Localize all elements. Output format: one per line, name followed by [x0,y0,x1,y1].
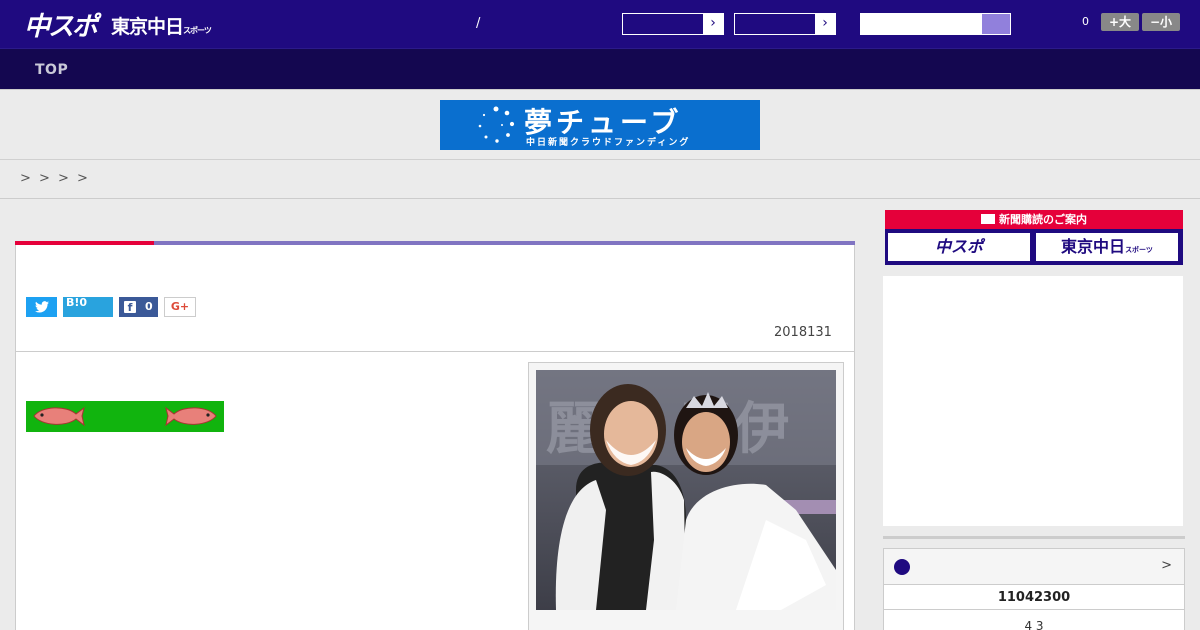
tokyo-logo-small: スポーツ [183,26,212,35]
fish-icon [33,406,85,427]
category-select-1[interactable]: › [622,13,724,35]
dots-circle-icon [478,106,515,143]
facebook-icon: f [124,301,136,314]
yume-tube-banner[interactable]: 夢チューブ 中日新聞クラウドファンディング [440,100,760,150]
font-large-button[interactable]: +大 [1101,13,1139,31]
nav-item-top[interactable]: TOP [35,62,68,78]
chuspo-logo[interactable]: 中スポ [24,6,98,43]
facebook-count: 0 [145,300,153,313]
subscription-banner[interactable]: 新聞購読のご案内 中スポ 東京中日スポーツ [885,210,1183,265]
breadcrumb: > > > > [0,161,1200,199]
googleplus-share-button[interactable]: G+ [164,297,196,317]
search-button[interactable] [982,14,1010,34]
font-size-count: 0 [1082,15,1089,28]
article-photo-image: 麗瀬 屈伊 [536,370,836,610]
subscribe-tokyo-small: スポーツ [1125,246,1153,254]
hatena-share-button[interactable]: B!0 [63,297,113,317]
breadcrumb-separator[interactable]: > [20,171,31,186]
subscription-heading-text: 新聞購読のご案内 [999,213,1087,226]
category-select-2[interactable]: › [734,13,836,35]
widget-score-row[interactable]: 11042300 [884,586,1184,610]
svg-text:麗瀬 屈伊: 麗瀬 屈伊 [546,397,790,462]
tokyo-logo-text: 東京中日 [111,16,184,38]
tai-fish-banner[interactable] [26,401,224,432]
banner-subtitle: 中日新聞クラウドファンディング [526,138,691,148]
baseball-icon [894,559,910,575]
subscribe-tokyo-text: 東京中日 [1061,237,1126,256]
twitter-share-button[interactable] [26,297,57,317]
article-accent-red [15,241,154,245]
article-date: 2018131 [774,325,832,340]
search-input[interactable] [860,13,1011,35]
chevron-right-icon[interactable]: › [703,14,723,34]
subscribe-chuspo[interactable]: 中スポ [888,233,1030,261]
tokyo-chunichi-logo[interactable]: 東京中日スポーツ [111,12,212,39]
baseball-score-widget: > 11042300 4 3 [883,548,1185,630]
article-photo[interactable]: 麗瀬 屈伊 [536,370,836,610]
breadcrumb-separator[interactable]: > [39,171,50,186]
widget-score-line: 4 3 [1024,619,1044,630]
subscribe-tokyo-chunichi[interactable]: 東京中日スポーツ [1036,233,1178,261]
facebook-share-button[interactable]: f 0 [119,297,158,317]
chevron-right-icon[interactable]: › [815,14,835,34]
fish-icon [165,406,217,427]
font-small-button[interactable]: −小 [1142,13,1180,31]
newspaper-icon [981,214,995,224]
widget-more-link[interactable]: > [1161,558,1172,573]
header-slash: / [476,16,481,31]
twitter-icon [34,301,49,313]
nav-bar: TOP [0,48,1200,89]
sidebar-divider [883,536,1185,539]
article-accent-purple [154,241,855,245]
breadcrumb-separator[interactable]: > [77,171,88,186]
sidebar-ad[interactable] [883,276,1183,526]
header-bar: 中スポ 東京中日スポーツ / › › 0 +大 −小 [0,0,1200,48]
widget-header[interactable]: > [884,549,1184,585]
article-divider [16,351,854,352]
breadcrumb-separator[interactable]: > [58,171,69,186]
subscription-heading: 新聞購読のご案内 [885,210,1183,229]
